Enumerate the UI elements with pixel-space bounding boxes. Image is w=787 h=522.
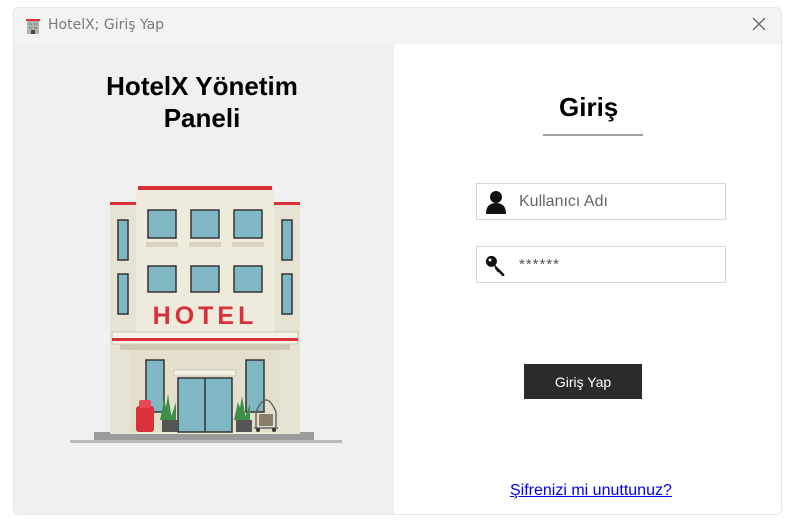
branding-panel: HotelX Yönetim Paneli HOTEL: [14, 44, 394, 514]
login-window: HotelX; Giriş Yap HotelX Yönetim Paneli: [13, 7, 782, 515]
hotel-sign-text: HOTEL: [153, 302, 258, 330]
panel-heading: HotelX Yönetim Paneli: [14, 70, 390, 134]
password-input[interactable]: [519, 249, 709, 280]
hotel-building-illustration: HOTEL: [66, 174, 346, 454]
hotel-app-icon: [26, 18, 40, 34]
forgot-password-link[interactable]: Şifrenizi mi unuttunuz?: [510, 482, 672, 500]
panel-heading-line2: Paneli: [163, 103, 241, 133]
username-input[interactable]: [519, 186, 709, 217]
close-button[interactable]: [737, 8, 781, 44]
user-icon: [485, 189, 507, 215]
panel-heading-line1: HotelX Yönetim: [106, 71, 298, 101]
login-button[interactable]: Giriş Yap: [524, 364, 642, 399]
username-field[interactable]: [476, 183, 726, 220]
password-field[interactable]: [476, 246, 726, 283]
login-panel: Giriş Giriş Yap Şifrenizi mi u: [394, 44, 781, 514]
window-title: HotelX; Giriş Yap: [48, 17, 165, 33]
login-title: Giriş: [559, 92, 619, 122]
key-icon: [485, 252, 507, 278]
title-underline: [543, 134, 643, 136]
title-bar[interactable]: HotelX; Giriş Yap: [14, 8, 781, 44]
close-icon: [752, 17, 766, 36]
